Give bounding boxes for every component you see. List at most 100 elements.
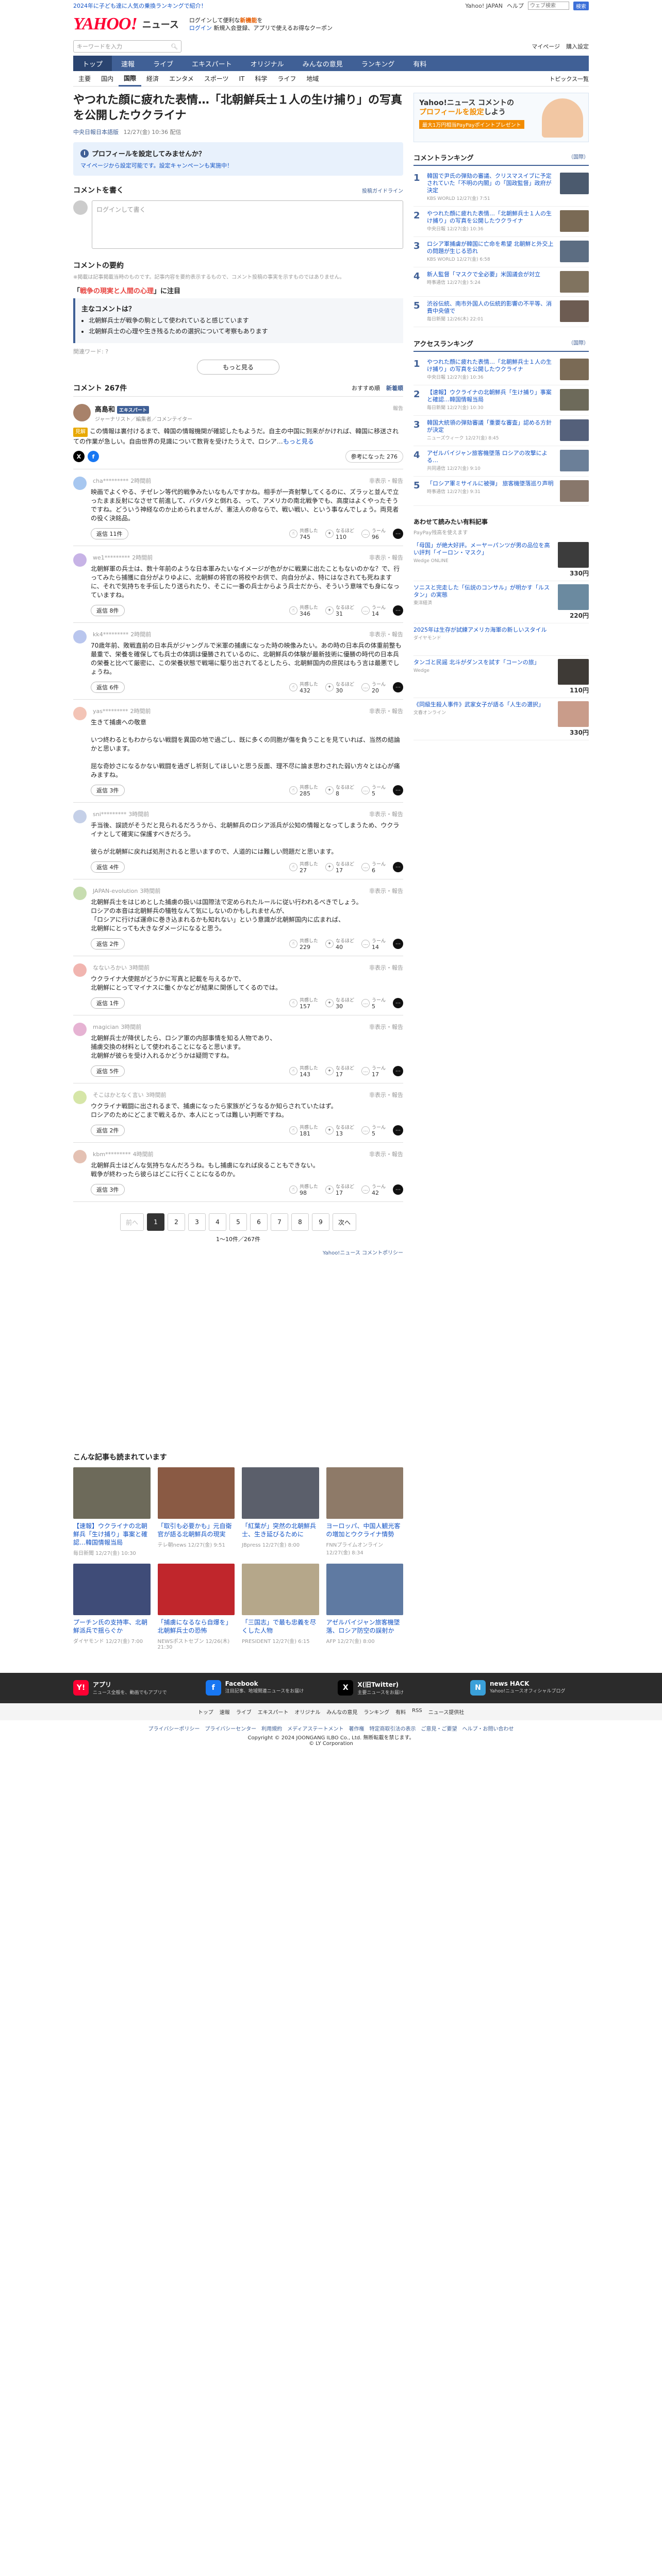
reaction-button[interactable]: ☝ 共感した 98 bbox=[289, 1183, 318, 1196]
footer-legal-link[interactable]: プライバシーセンター bbox=[205, 1724, 256, 1732]
footer-nav-link[interactable]: トップ bbox=[198, 1708, 213, 1716]
related-article[interactable]: 「取引も必要かも」元自衛官が語る北朝鮮兵の現実 テレ朝news 12/27(金) … bbox=[157, 1467, 235, 1556]
news-search-box[interactable]: キーワードを入力 🔍︎ bbox=[73, 40, 181, 53]
reply-button[interactable]: 返信 2件 bbox=[91, 1125, 125, 1136]
category-tab[interactable]: 主要 bbox=[73, 71, 96, 87]
comment-report-link[interactable]: 非表示・報告 bbox=[369, 553, 403, 562]
more-options-icon[interactable]: ⋯ bbox=[393, 939, 403, 949]
related-article[interactable]: 「紅葉が」突然の北朝鮮兵士、生き延びるために JBpress 12/27(金) 8… bbox=[242, 1467, 319, 1556]
reaction-button[interactable]: ☝ 共感した 27 bbox=[289, 860, 318, 874]
page-button[interactable]: 9 bbox=[312, 1213, 329, 1231]
expert-avatar[interactable] bbox=[73, 404, 91, 421]
user-avatar[interactable] bbox=[73, 477, 87, 490]
user-avatar[interactable] bbox=[73, 630, 87, 643]
user-avatar[interactable] bbox=[73, 1023, 87, 1036]
category-tab[interactable]: IT bbox=[234, 71, 250, 87]
footer-nav-link[interactable]: ニュース提供社 bbox=[428, 1708, 465, 1716]
search-icon[interactable]: 🔍︎ bbox=[171, 43, 178, 50]
category-tab[interactable]: 国際 bbox=[119, 71, 142, 87]
footer-legal-link[interactable]: 利用規約 bbox=[261, 1724, 282, 1732]
web-search-input[interactable] bbox=[528, 2, 569, 10]
source-link[interactable]: 中央日報日本語版 bbox=[73, 129, 119, 135]
page-button[interactable]: 5 bbox=[229, 1213, 247, 1231]
footer-nav-link[interactable]: 速報 bbox=[220, 1708, 230, 1716]
footer-app[interactable]: f Facebook 注目記事、地域関連ニュースをお届け bbox=[205, 1680, 324, 1696]
paid-article[interactable]: タンゴと民謡 北斗がダンスを試す「コーンの旅」 Wedge 110円 bbox=[413, 656, 589, 698]
category-tab[interactable]: 国内 bbox=[96, 71, 119, 87]
reply-button[interactable]: 返信 3件 bbox=[91, 1184, 125, 1195]
footer-nav-link[interactable]: みんなの意見 bbox=[326, 1708, 357, 1716]
page-button[interactable]: 2 bbox=[168, 1213, 185, 1231]
comment-report-link[interactable]: 非表示・報告 bbox=[369, 810, 403, 818]
reply-button[interactable]: 返信 1件 bbox=[91, 997, 125, 1009]
nav-tab[interactable]: エキスパート bbox=[183, 56, 241, 71]
related-keywords[interactable]: 関連ワード: ? bbox=[73, 347, 403, 355]
comment-report-link[interactable]: 非表示・報告 bbox=[369, 630, 403, 638]
topics-list-link[interactable]: トピックス一覧 bbox=[549, 75, 589, 83]
more-options-icon[interactable]: ⋯ bbox=[393, 862, 403, 872]
reaction-button[interactable]: ☝ 共感した 143 bbox=[289, 1064, 318, 1078]
reaction-button[interactable]: ☝ 共感した 432 bbox=[289, 681, 318, 694]
notice-desc[interactable]: マイページから設定可能です。設定キャンペーンも実施中！ bbox=[80, 161, 396, 170]
expert-more-link[interactable]: もっと見る bbox=[283, 438, 314, 445]
reaction-button[interactable]: … うーん 6 bbox=[361, 860, 386, 874]
footer-nav-link[interactable]: ランキング bbox=[363, 1708, 389, 1716]
footer-app[interactable]: Nnews HACK Yahoo!ニュースオフィシャルブログ bbox=[470, 1680, 589, 1696]
page-button[interactable]: 6 bbox=[250, 1213, 268, 1231]
prev-page-button[interactable]: 前へ bbox=[120, 1213, 144, 1231]
article-headline[interactable]: やつれた顔に疲れた表情…「北朝鮮兵士１人の生け捕り」の写真を公開したウクライナ bbox=[73, 93, 403, 124]
category-tab[interactable]: 地域 bbox=[301, 71, 324, 87]
web-search-button[interactable]: 検索 bbox=[573, 1, 589, 10]
reaction-button[interactable]: … うーん 14 bbox=[361, 937, 386, 951]
login-link[interactable]: ログイン bbox=[189, 25, 212, 31]
help-link[interactable]: ヘルプ bbox=[507, 2, 524, 10]
category-tab[interactable]: 経済 bbox=[141, 71, 164, 87]
ranking-item[interactable]: 4 アゼルバイジャン旅客機墜落 ロシアの攻撃による… 共同通信 12/27(金) 9… bbox=[413, 446, 589, 477]
comment-report-link[interactable]: 非表示・報告 bbox=[369, 477, 403, 485]
ranking-item[interactable]: 1 やつれた顔に疲れた表情…「北朝鮮兵士１人の生け捕り」の写真を公開したウクライナ… bbox=[413, 355, 589, 385]
ranking-item[interactable]: 4 新人監督「マスクで全必要」米国議会が対立 時事通信 12/27(金) 5:24 bbox=[413, 267, 589, 297]
ranking-item[interactable]: 3 韓国大統領の弾劾審議「重要な審査」認める方針が決定 ニューズウィーク 12/27… bbox=[413, 416, 589, 446]
comment-report-link[interactable]: 非表示・報告 bbox=[369, 1150, 403, 1158]
reaction-button[interactable]: ☝ 共感した 285 bbox=[289, 784, 318, 797]
ranking-item[interactable]: 1 韓国で尹氏の弾劾の審議、クリスマスイブに予定されていた「不明の内閣」の「国政監… bbox=[413, 169, 589, 207]
nav-tab[interactable]: 有料 bbox=[404, 56, 436, 71]
footer-legal-link[interactable]: メディアステートメント bbox=[287, 1724, 343, 1732]
more-options-icon[interactable]: ⋯ bbox=[393, 1066, 403, 1076]
related-article[interactable]: プーチン氏の支持率、北朝鮮派兵で揺らぐか ダイヤモンド 12/27(金) 7:00 bbox=[73, 1564, 151, 1650]
reply-button[interactable]: 返信 4件 bbox=[91, 861, 125, 873]
comment-user[interactable]: sni********* bbox=[93, 811, 126, 818]
purchase-settings-link[interactable]: 購入設定 bbox=[566, 42, 589, 50]
nav-tab[interactable]: オリジナル bbox=[241, 56, 293, 71]
ranking-item[interactable]: 2 やつれた顔に疲れた表情…「北朝鮮兵士１人の生け捕り」の写真を公開したウクライナ… bbox=[413, 207, 589, 237]
reaction-button[interactable]: … うーん 5 bbox=[361, 996, 386, 1010]
reaction-button[interactable]: ☝ 共感した 181 bbox=[289, 1124, 318, 1137]
user-avatar[interactable] bbox=[73, 1091, 87, 1104]
page-button[interactable]: 8 bbox=[291, 1213, 309, 1231]
ranking-item[interactable]: 2 【速報】ウクライナの北朝鮮兵「生け捕り」事案と確認…韓国情報当局 毎日新聞 12… bbox=[413, 385, 589, 416]
category-tab[interactable]: 科学 bbox=[250, 71, 272, 87]
profile-notice[interactable]: i プロフィールを設定してみませんか？ マイページから設定可能です。設定キャンペー… bbox=[73, 142, 403, 176]
paid-article[interactable]: 「母国」が絶大好評。メーヤーパンツが男の品位を高い評判「イーロン・マスク」 Wed… bbox=[413, 539, 589, 581]
yahoo-japan-link[interactable]: Yahoo! JAPAN bbox=[465, 3, 503, 9]
reaction-button[interactable]: … うーん 96 bbox=[361, 527, 386, 540]
comment-user[interactable]: JAPAN-evolution bbox=[93, 888, 138, 894]
user-avatar[interactable] bbox=[73, 553, 87, 567]
comment-user[interactable]: kbm********* bbox=[93, 1151, 131, 1158]
comment-report-link[interactable]: 非表示・報告 bbox=[369, 887, 403, 895]
reaction-button[interactable]: … うーん 42 bbox=[361, 1183, 386, 1196]
user-avatar[interactable] bbox=[73, 887, 87, 900]
news-search-input[interactable]: キーワードを入力 bbox=[77, 42, 122, 50]
related-article[interactable]: アゼルバイジャン旅客機墜落、ロシア防空の誤射か AFP 12/27(金) 8:00 bbox=[326, 1564, 403, 1650]
related-article[interactable]: 「捕虜になるなら自爆を」北朝鮮兵士の恐怖 NEWSポストセブン 12/26(木) … bbox=[157, 1564, 235, 1650]
mypage-link[interactable]: マイページ bbox=[532, 42, 560, 50]
helpful-button[interactable]: 参考になった 276 bbox=[345, 450, 403, 463]
reply-button[interactable]: 返信 5件 bbox=[91, 1065, 125, 1077]
more-options-icon[interactable]: ⋯ bbox=[393, 785, 403, 795]
paid-article[interactable]: 2025年は生存が試練アメリカ海軍の新しいスタイル ダイヤモンド bbox=[413, 623, 589, 656]
footer-legal-link[interactable]: プライバシーポリシー bbox=[148, 1724, 200, 1732]
category-tab[interactable]: ライフ bbox=[272, 71, 301, 87]
page-button[interactable]: 1 bbox=[147, 1213, 164, 1231]
user-avatar[interactable] bbox=[73, 963, 87, 977]
reaction-button[interactable]: … うーん 14 bbox=[361, 604, 386, 617]
